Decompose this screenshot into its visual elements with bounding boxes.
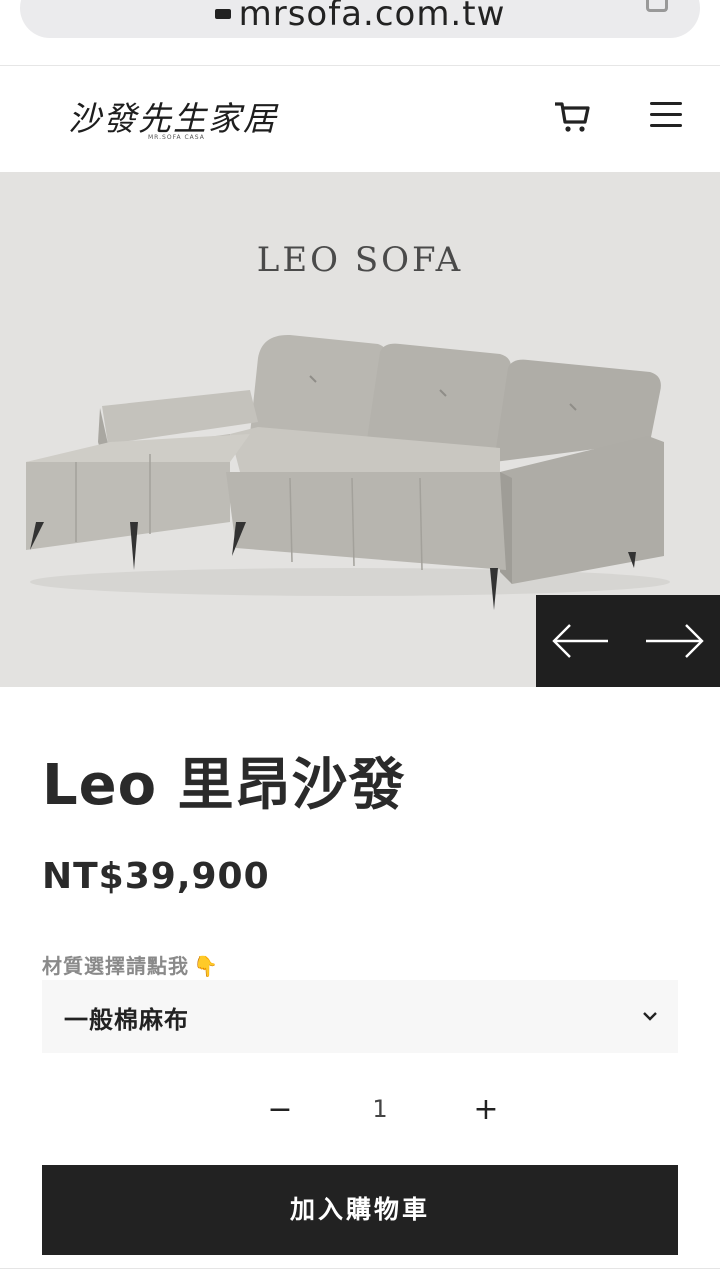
- product-image-carousel[interactable]: LEO SOFA: [0, 172, 720, 687]
- pointing-down-icon: 👇: [193, 954, 219, 978]
- lock-icon: [214, 9, 231, 19]
- hamburger-menu-icon: [650, 102, 682, 105]
- previous-image-button[interactable]: [536, 595, 628, 687]
- browser-toolbar: mrsofa.com.tw: [0, 0, 720, 66]
- next-image-button[interactable]: [628, 595, 720, 687]
- product-title: Leo 里昂沙發: [42, 753, 406, 818]
- material-label-text: 材質選擇請點我: [42, 954, 189, 978]
- tabs-icon[interactable]: [646, 0, 668, 12]
- site-logo[interactable]: 沙發先生家居 MR.SOFA CASA: [68, 92, 278, 148]
- menu-button[interactable]: [650, 102, 684, 132]
- quantity-stepper: − 1 +: [240, 1086, 520, 1136]
- logo-subtext: MR.SOFA CASA: [148, 134, 205, 141]
- divider: [0, 1268, 720, 1269]
- url-text[interactable]: mrsofa.com.tw: [20, 0, 700, 34]
- decrease-quantity-button[interactable]: −: [260, 1086, 300, 1136]
- url-label: mrsofa.com.tw: [238, 0, 506, 34]
- cart-button[interactable]: [552, 96, 592, 136]
- site-header: 沙發先生家居 MR.SOFA CASA: [0, 66, 720, 172]
- quantity-value[interactable]: 1: [360, 1086, 400, 1136]
- material-select[interactable]: 一般棉麻布: [42, 980, 678, 1053]
- product-price: NT$39,900: [42, 856, 270, 897]
- carousel-controls: [536, 595, 720, 687]
- address-bar[interactable]: mrsofa.com.tw: [20, 0, 700, 38]
- add-to-cart-button[interactable]: 加入購物車: [42, 1165, 678, 1255]
- arrow-right-icon: [646, 624, 704, 658]
- cart-icon: [555, 102, 590, 132]
- material-selected-value: 一般棉麻布: [64, 1006, 189, 1034]
- chevron-down-icon: [643, 1012, 657, 1021]
- material-label: 材質選擇請點我 👇: [42, 950, 219, 979]
- arrow-left-icon: [552, 624, 608, 658]
- increase-quantity-button[interactable]: +: [466, 1086, 506, 1136]
- logo-text: 沙發先生家居: [68, 99, 278, 138]
